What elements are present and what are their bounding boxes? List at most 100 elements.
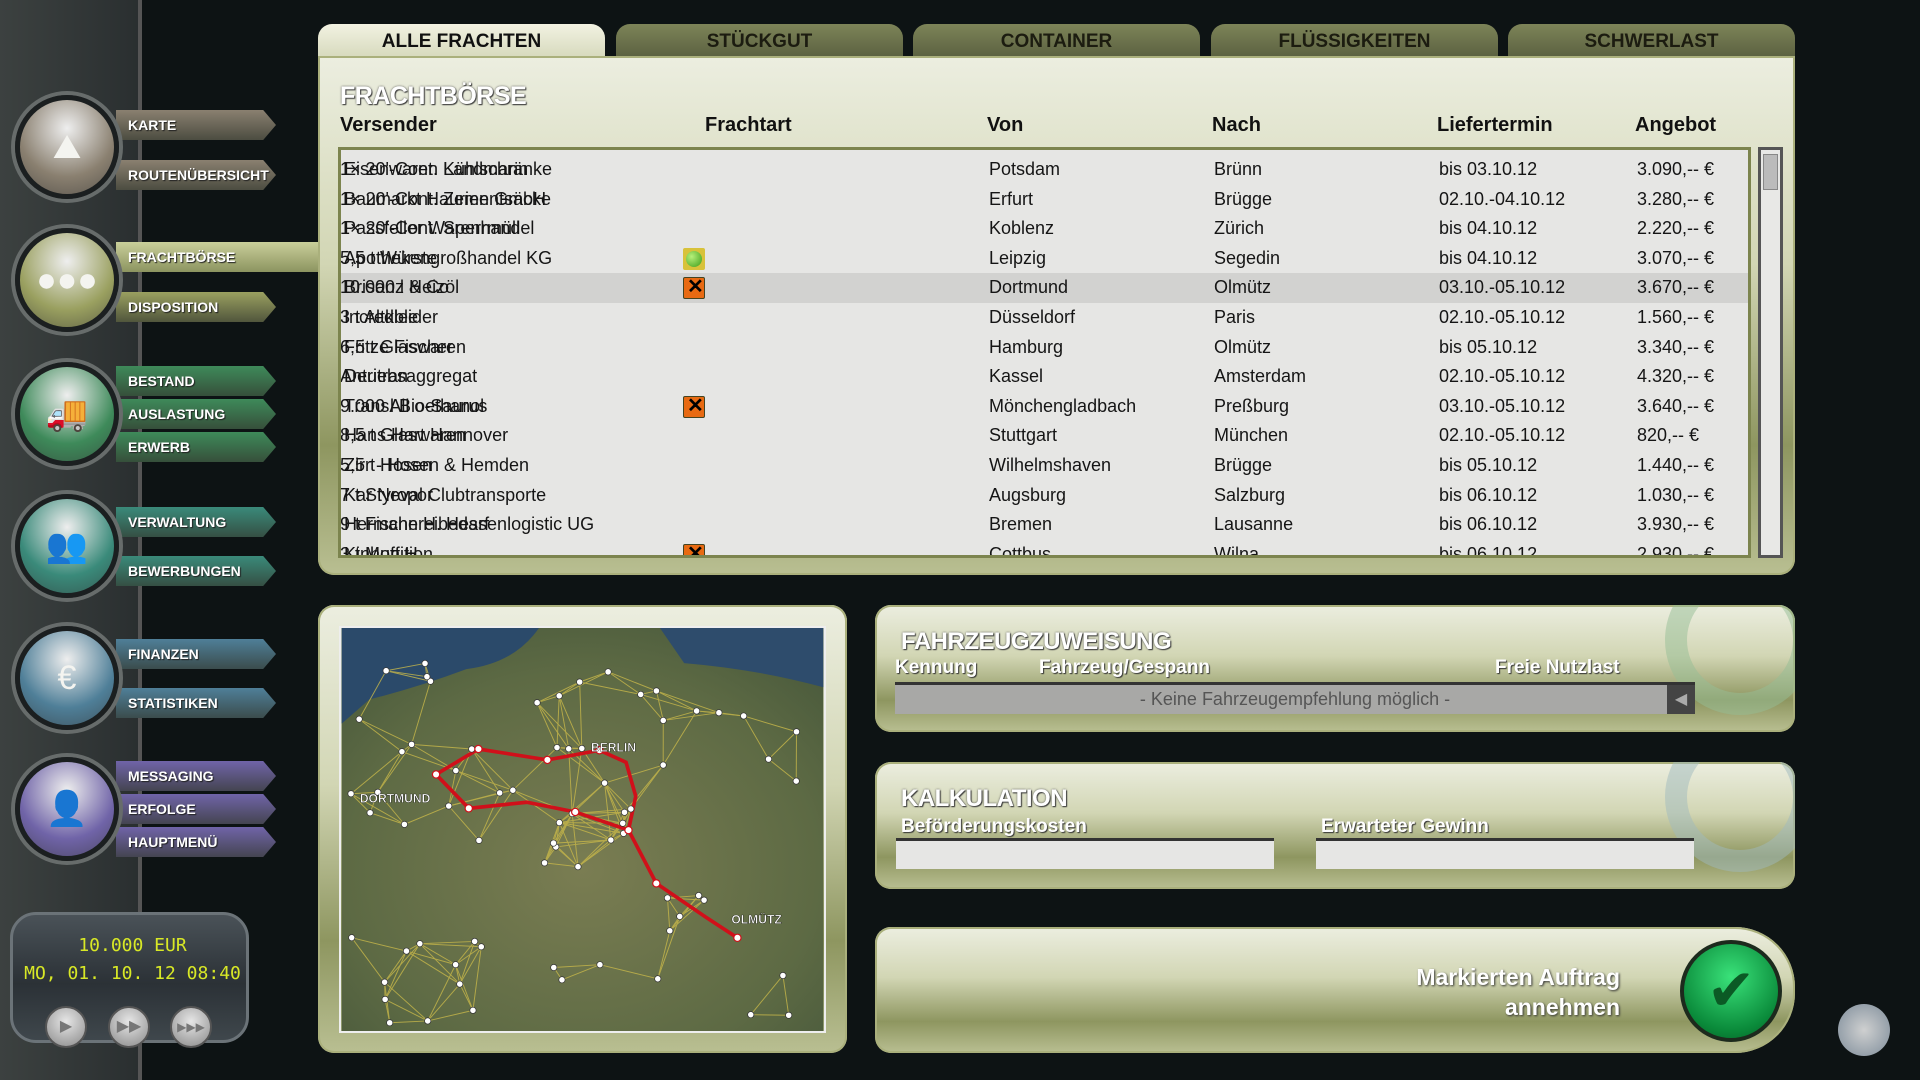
map-city-node[interactable] bbox=[402, 947, 410, 955]
map-city-node[interactable] bbox=[553, 744, 561, 752]
map-city-node[interactable] bbox=[765, 755, 773, 763]
map-city-node[interactable] bbox=[541, 859, 549, 867]
column-header-versender[interactable]: Versender bbox=[340, 114, 437, 137]
people-circle[interactable]: 👥 bbox=[15, 494, 119, 598]
map-city-node[interactable] bbox=[596, 961, 604, 969]
vehicle-select-arrow[interactable]: ◀ bbox=[1667, 685, 1695, 714]
menu-bewerbungen[interactable]: BEWERBUNGEN bbox=[116, 556, 276, 586]
map-city-node[interactable] bbox=[637, 690, 645, 698]
menu-disposition[interactable]: DISPOSITION bbox=[116, 292, 276, 322]
map-city-node[interactable] bbox=[471, 937, 479, 945]
map-city-node[interactable] bbox=[654, 975, 662, 983]
table-row[interactable]: Passfeller Warenhandel 1× 20'-Cont. Sperr… bbox=[341, 214, 1748, 244]
map-city-node[interactable] bbox=[619, 819, 627, 827]
map-city-node[interactable] bbox=[348, 934, 356, 942]
map-city-node[interactable] bbox=[550, 963, 558, 972]
map-city-node[interactable] bbox=[355, 715, 363, 723]
map-city-node[interactable] bbox=[400, 820, 408, 828]
table-row[interactable]: Eisenwaren Landmann 1× 20'-Cont. Kühlschr… bbox=[341, 155, 1748, 185]
table-row[interactable]: Brisanz & Co10.000 l HeizölDortmundOlmüt… bbox=[341, 273, 1748, 303]
map-city-node[interactable] bbox=[740, 712, 748, 720]
route-stop[interactable] bbox=[543, 755, 552, 765]
tab-1[interactable]: STÜCKGUT bbox=[616, 24, 903, 58]
map-city-node[interactable] bbox=[423, 673, 431, 681]
map-city-node[interactable] bbox=[693, 707, 701, 715]
table-row[interactable]: Baumarkt Haurien GmbH 1× 20'-Cont. Zement… bbox=[341, 185, 1748, 215]
map-city-node[interactable] bbox=[533, 699, 541, 707]
menu-finanzen[interactable]: FINANZEN bbox=[116, 639, 276, 669]
map-city-node[interactable] bbox=[366, 809, 374, 817]
tab-0[interactable]: ALLE FRACHTEN bbox=[318, 24, 605, 58]
column-header-angebot[interactable]: Angebot bbox=[1635, 114, 1716, 137]
map-city-node[interactable] bbox=[792, 728, 800, 736]
column-header-liefertermin[interactable]: Liefertermin bbox=[1437, 114, 1553, 137]
truck-circle[interactable]: 🚚 bbox=[15, 362, 119, 466]
table-row[interactable]: Fritze Fischer 6,5 t Glaswaren Hamburg Olmü… bbox=[341, 333, 1748, 363]
vehicle-select[interactable]: - Keine Fahrzeugempfehlung möglich - ◀ bbox=[895, 682, 1695, 714]
map-city-node[interactable] bbox=[509, 786, 517, 794]
column-header-frachtart[interactable]: Frachtart bbox=[705, 114, 792, 137]
route-stop[interactable] bbox=[652, 879, 661, 888]
map-city-node[interactable] bbox=[747, 1011, 755, 1019]
table-row[interactable]: Apothekengroßhandel KG 5,5 t Würste Leipzi… bbox=[341, 244, 1748, 274]
europe-map-circle[interactable]: ⛰ bbox=[15, 95, 119, 199]
map-city-node[interactable] bbox=[421, 659, 429, 667]
euro-circle[interactable]: € bbox=[15, 626, 119, 730]
route-stop[interactable] bbox=[431, 770, 441, 779]
accept-button[interactable]: ✔ bbox=[1680, 940, 1782, 1042]
route-stop[interactable] bbox=[571, 807, 580, 817]
map-city-node[interactable] bbox=[382, 667, 390, 675]
tab-3[interactable]: FLÜSSIGKEITEN bbox=[1211, 24, 1498, 58]
map-city-node[interactable] bbox=[381, 995, 389, 1003]
table-scrollbar[interactable] bbox=[1758, 147, 1783, 558]
map-city-node[interactable] bbox=[386, 1019, 394, 1027]
map-city-node[interactable] bbox=[601, 779, 609, 787]
table-row[interactable]: Zirr - Hosen & Hemden 5,5 t Hosen Wilhelms… bbox=[341, 451, 1748, 481]
map-city-node[interactable] bbox=[456, 980, 464, 988]
fastest-forward-button[interactable]: ▶▶▶ bbox=[170, 1006, 212, 1048]
map-city-node[interactable] bbox=[659, 716, 667, 724]
map-city-node[interactable] bbox=[700, 896, 708, 904]
menu-statistiken[interactable]: STATISTIKEN bbox=[116, 688, 276, 718]
map-city-node[interactable] bbox=[676, 912, 684, 920]
menu-verwaltung[interactable]: VERWALTUNG bbox=[116, 507, 276, 537]
menu-hauptmenü[interactable]: HAUPTMENÜ bbox=[116, 827, 276, 857]
map-city-node[interactable] bbox=[627, 805, 635, 813]
table-row[interactable]: Kar Neval Clubtransporte 7 t Styropor Augs… bbox=[341, 481, 1748, 511]
map-city-node[interactable] bbox=[550, 839, 558, 847]
map-city-node[interactable] bbox=[416, 940, 424, 948]
table-row[interactable]: Deutran Antriebsaggregat Kassel Amsterdam 02… bbox=[341, 362, 1748, 392]
route-map[interactable]: BERLIN DORTMUND OLMÜTZ bbox=[339, 626, 826, 1033]
map-city-node[interactable] bbox=[779, 971, 787, 979]
map-city-node[interactable] bbox=[620, 808, 628, 816]
map-city-node[interactable] bbox=[576, 678, 584, 686]
menu-erfolge[interactable]: ERFOLGE bbox=[116, 794, 276, 824]
map-city-node[interactable] bbox=[469, 1006, 477, 1014]
map-city-node[interactable] bbox=[408, 740, 416, 748]
tab-4[interactable]: SCHWERLAST bbox=[1508, 24, 1795, 58]
map-city-node[interactable] bbox=[604, 668, 612, 676]
map-city-node[interactable] bbox=[715, 709, 723, 717]
map-city-node[interactable] bbox=[347, 790, 355, 798]
map-city-node[interactable] bbox=[468, 745, 476, 753]
map-city-node[interactable] bbox=[496, 789, 504, 797]
tab-2[interactable]: CONTAINER bbox=[913, 24, 1200, 58]
map-city-node[interactable] bbox=[555, 692, 563, 700]
menu-karte[interactable]: KARTE bbox=[116, 110, 276, 140]
menu-auslastung[interactable]: AUSLASTUNG bbox=[116, 399, 276, 429]
route-stop[interactable] bbox=[474, 744, 483, 754]
table-row[interactable]: Hans Hart Hannover 8,5 t Glaswaren Stuttga… bbox=[341, 421, 1748, 451]
table-row[interactable]: Kinhoff H3 t MunitionCottbusWilnabis 06.… bbox=[341, 540, 1748, 555]
map-city-node[interactable] bbox=[792, 777, 800, 785]
table-row[interactable]: TransAll o-Saurus9.000 l BioethanolMönch… bbox=[341, 392, 1748, 422]
menu-messaging[interactable]: MESSAGING bbox=[116, 761, 276, 791]
route-stop[interactable] bbox=[733, 933, 742, 943]
menu-erwerb[interactable]: ERWERB bbox=[116, 432, 276, 462]
map-city-node[interactable] bbox=[785, 1011, 793, 1019]
map-city-node[interactable] bbox=[398, 748, 406, 756]
person-circle[interactable]: 👤 bbox=[15, 757, 119, 861]
play-button[interactable]: ▶ bbox=[45, 1006, 87, 1048]
column-header-nach[interactable]: Nach bbox=[1212, 114, 1261, 137]
map-city-node[interactable] bbox=[663, 894, 671, 902]
map-city-node[interactable] bbox=[695, 892, 703, 900]
